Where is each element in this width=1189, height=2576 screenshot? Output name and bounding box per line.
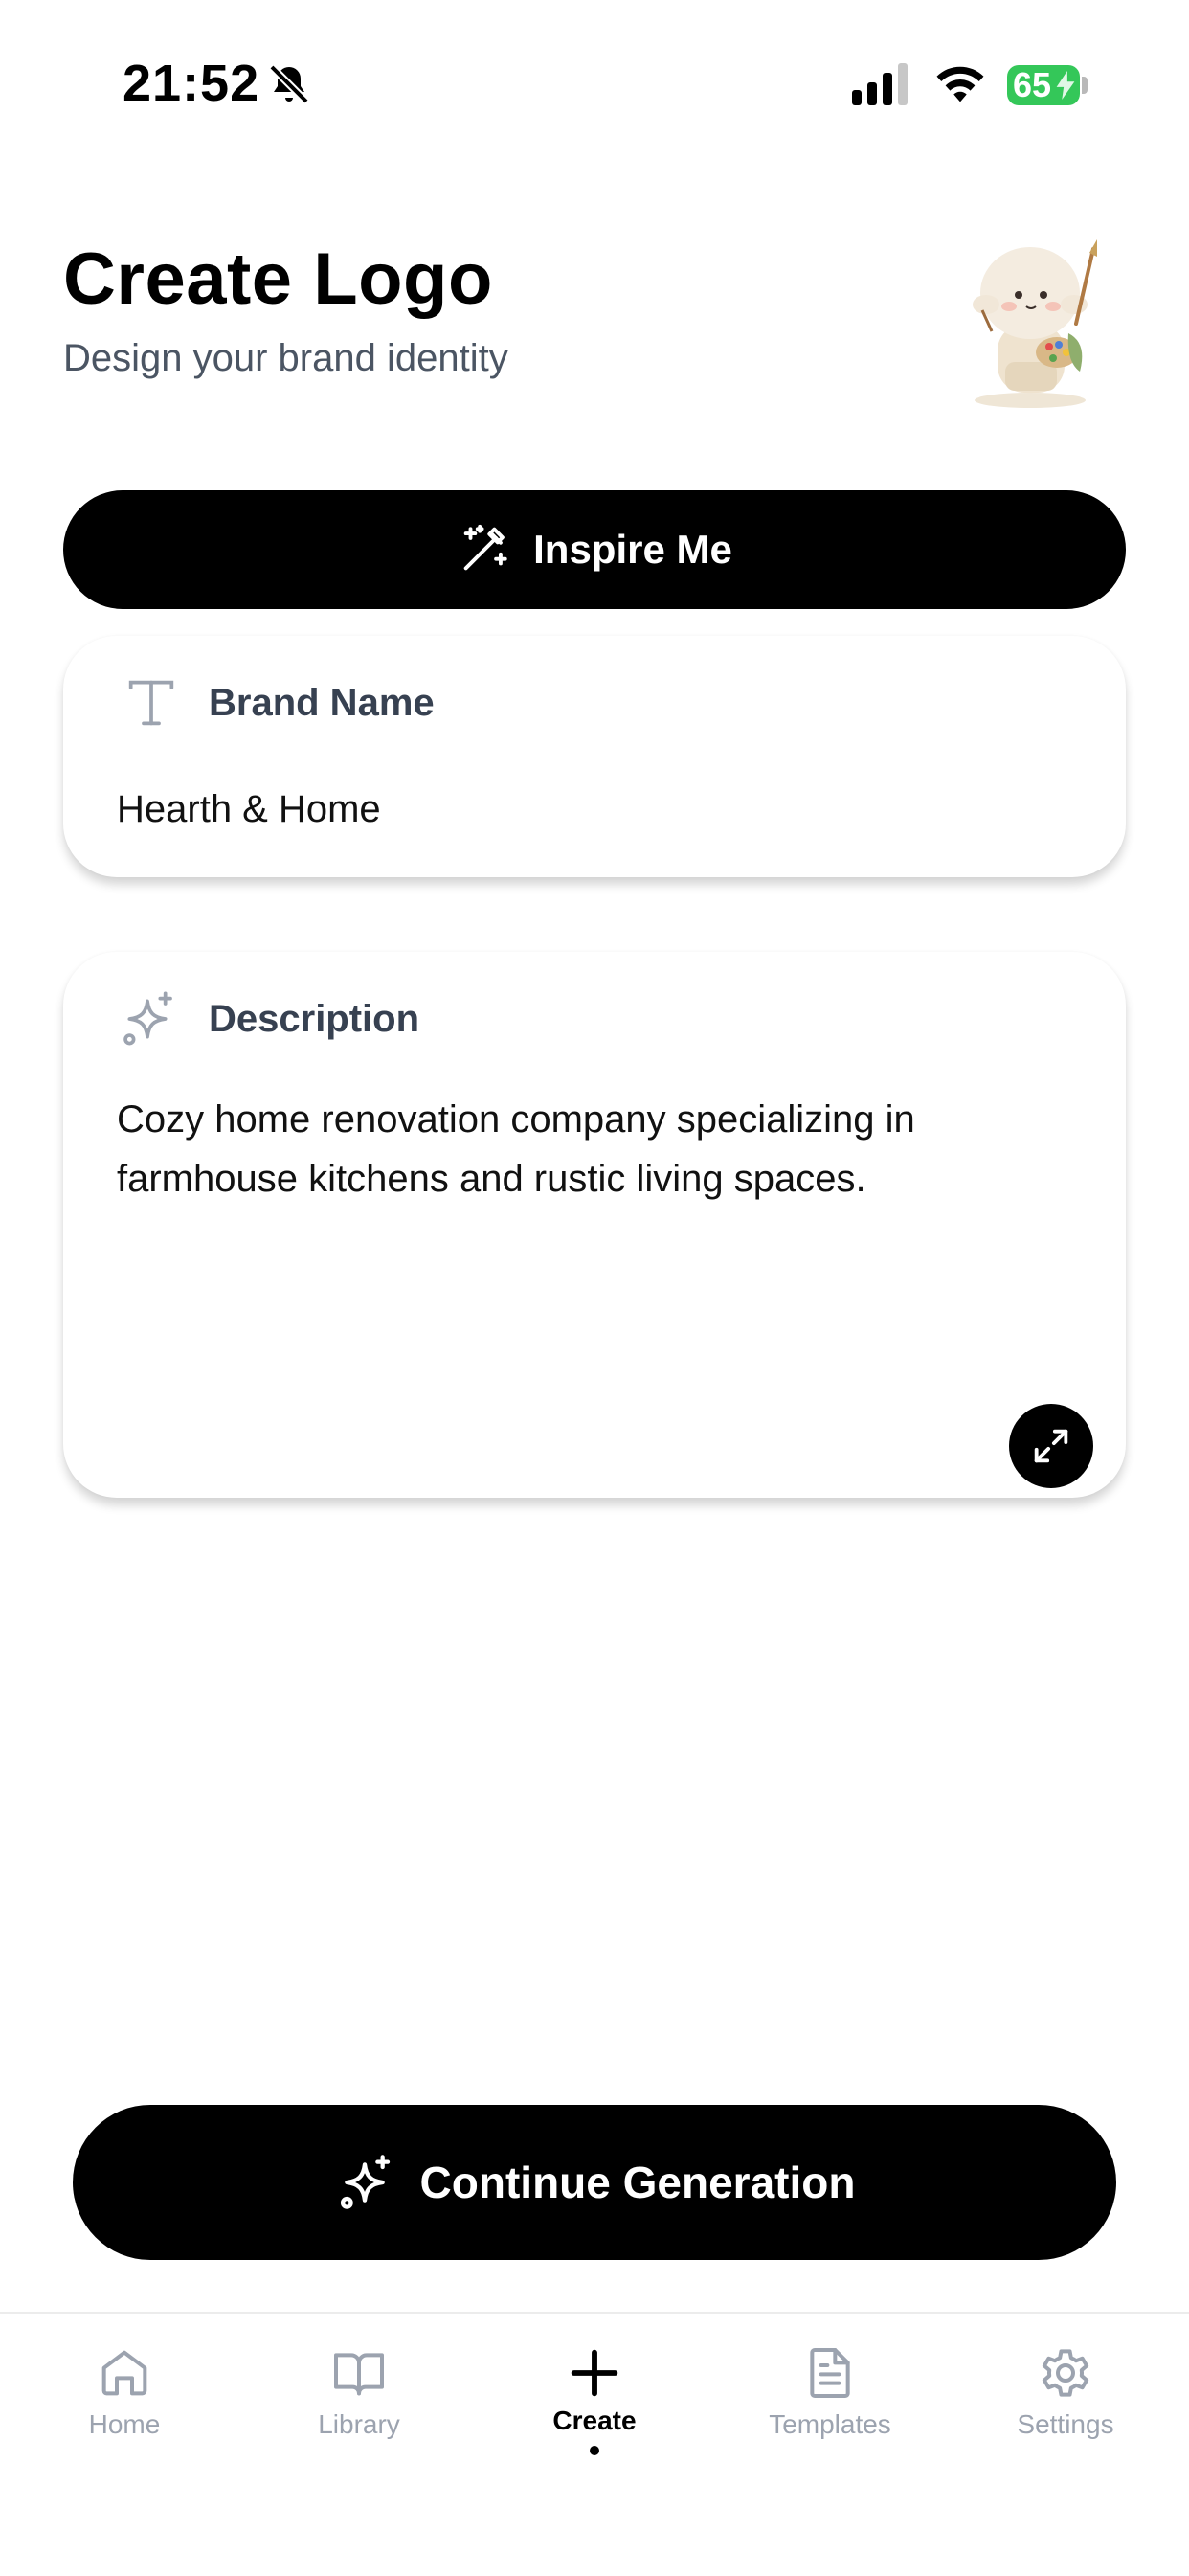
tab-label: Home [88,2409,161,2439]
status-time: 21:52 [123,55,260,112]
tab-home[interactable]: Home [19,2314,230,2440]
cellular-signal-icon [852,63,908,105]
text-icon [128,680,174,726]
expand-icon [1034,1429,1068,1463]
sparkle-icon [340,2155,390,2209]
inspire-me-button[interactable]: Inspire Me [63,490,1126,609]
tab-templates[interactable]: Templates [725,2314,935,2440]
inspire-me-label: Inspire Me [533,527,732,572]
page-subtitle: Design your brand identity [63,337,508,379]
wifi-icon [936,66,984,102]
battery-level: 65 [1013,65,1052,104]
battery-indicator: 65 [1007,65,1080,105]
gear-icon [1042,2349,1089,2397]
document-icon [810,2348,850,2398]
description-label: Description [209,998,420,1040]
tab-label: Templates [769,2409,891,2439]
tab-label: Settings [1017,2409,1114,2439]
tab-label: Library [318,2409,400,2439]
plus-icon [571,2349,618,2397]
home-icon [101,2350,147,2396]
book-icon [334,2353,384,2396]
brand-name-label: Brand Name [209,682,435,724]
continue-generation-button[interactable]: Continue Generation [73,2105,1116,2260]
sparkle-icon [123,991,172,1046]
brand-name-card: Brand Name Hearth & Home [63,636,1126,877]
tab-library[interactable]: Library [254,2314,464,2440]
charging-bolt-icon [1056,71,1075,100]
bell-muted-icon [269,64,309,104]
tab-label: Create [552,2406,637,2435]
magic-wand-icon [463,524,507,571]
page-title: Create Logo [63,238,493,320]
description-field[interactable]: Cozy home renovation company specializin… [117,1090,1036,1209]
continue-generation-label: Continue Generation [419,2158,856,2207]
active-tab-indicator [590,2446,599,2455]
description-card: Description Cozy home renovation company… [63,952,1126,1498]
tab-create[interactable]: Create [489,2314,700,2455]
expand-button[interactable] [1009,1404,1093,1488]
battery-cap [1082,77,1088,94]
mascot-illustration [973,239,1097,408]
tab-settings[interactable]: Settings [960,2314,1171,2440]
brand-name-field[interactable]: Hearth & Home [117,780,1074,839]
tab-bar: Home Library Create Templates Settings [0,2312,1189,2576]
